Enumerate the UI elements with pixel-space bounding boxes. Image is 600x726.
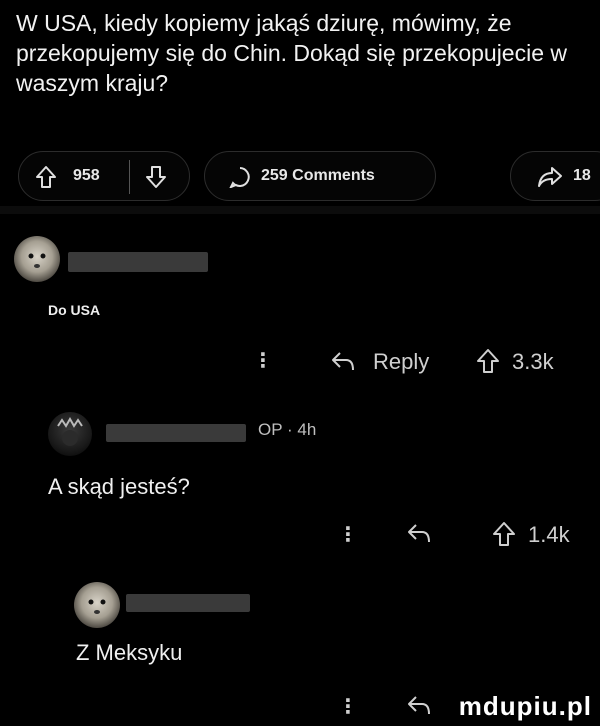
share-button[interactable]: 18 xyxy=(510,151,600,201)
reply-button[interactable]: Reply xyxy=(373,349,429,375)
more-dots-icon[interactable]: ⋮ xyxy=(338,694,358,719)
post-title: W USA, kiedy kopiemy jakąś dziurę, mówim… xyxy=(16,10,568,96)
watermark: mdupiu.pl xyxy=(458,691,592,721)
upvote-arrow-icon[interactable] xyxy=(492,521,516,547)
comment-upvote-count: 3.3k xyxy=(512,349,554,374)
vote-divider xyxy=(129,160,130,194)
section-divider xyxy=(0,206,600,214)
more-dots-icon[interactable]: ⋮ xyxy=(253,348,273,373)
comment-bubble-icon xyxy=(229,166,251,188)
meta-separator: · xyxy=(287,420,298,439)
comment-text: A skąd jesteś? xyxy=(48,474,190,499)
upvote-arrow-icon[interactable] xyxy=(476,348,500,374)
comments-count-label: 259 Comments xyxy=(261,167,375,184)
redacted-username xyxy=(106,424,246,442)
share-count: 18 xyxy=(573,167,591,184)
comment-meta: OP · 4h xyxy=(258,420,316,440)
redacted-username xyxy=(126,594,250,612)
downvote-arrow-icon[interactable] xyxy=(145,165,167,189)
comment-text: Do USA xyxy=(48,302,101,318)
comment-time: 4h xyxy=(297,420,317,439)
avatar[interactable] xyxy=(74,582,120,628)
more-dots-icon[interactable]: ⋮ xyxy=(338,522,358,547)
op-tag: OP xyxy=(258,420,283,439)
share-arrow-icon xyxy=(537,165,563,189)
reply-arrow-icon[interactable] xyxy=(406,694,432,718)
comments-button[interactable]: 259 Comments xyxy=(204,151,436,201)
redacted-username xyxy=(68,252,208,272)
comment-text: Z Meksyku xyxy=(76,640,183,665)
avatar[interactable] xyxy=(48,412,92,456)
avatar[interactable] xyxy=(14,236,60,282)
comment-upvote-count: 1.4k xyxy=(528,522,570,547)
upvote-arrow-icon[interactable] xyxy=(35,165,57,189)
reply-arrow-icon[interactable] xyxy=(330,350,356,374)
vote-bar: 958 xyxy=(18,151,190,201)
reply-arrow-icon[interactable] xyxy=(406,522,432,546)
post-upvote-count: 958 xyxy=(73,167,100,184)
